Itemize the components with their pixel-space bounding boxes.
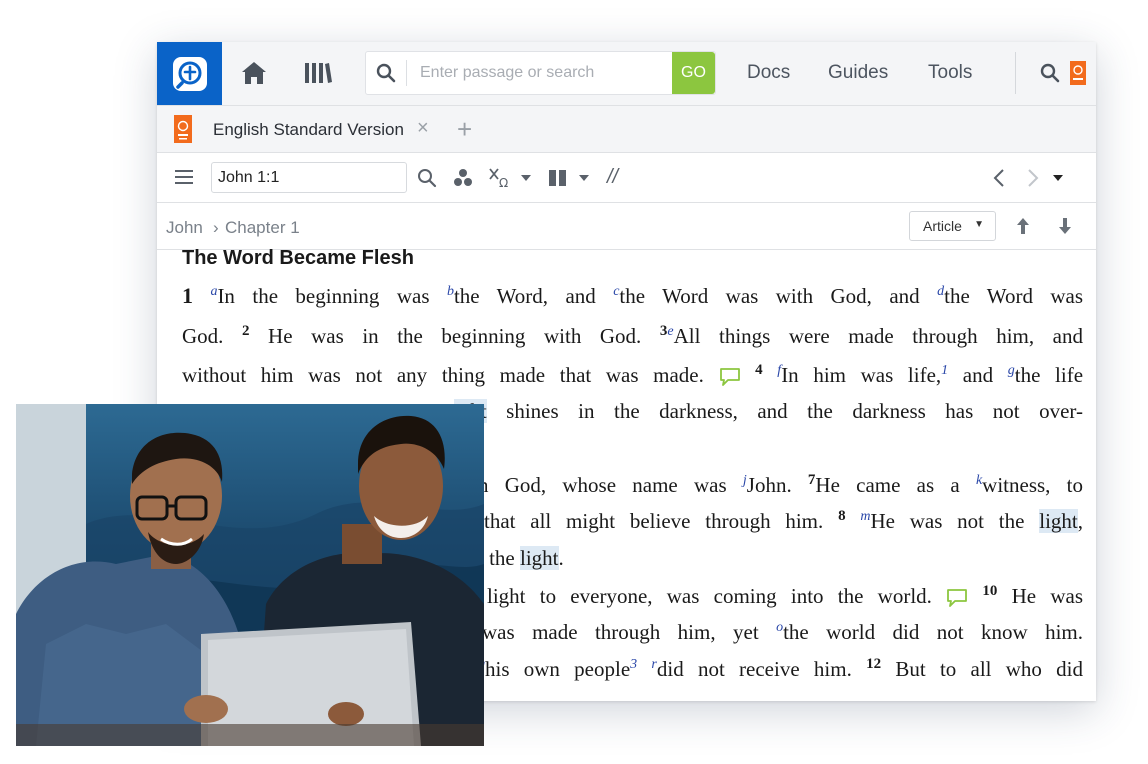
verse-number: 4 <box>755 362 763 378</box>
library-icon <box>305 63 332 83</box>
tab-title: English Standard Version <box>213 120 404 139</box>
chevron-down-icon[interactable] <box>521 175 531 181</box>
footnote-marker[interactable]: b <box>447 284 454 299</box>
footnote-marker[interactable]: d <box>937 284 944 299</box>
resource-tab-bar: English Standard Version × + <box>157 106 1096 153</box>
passage-heading: The Word Became Flesh <box>182 247 414 269</box>
search-icon[interactable] <box>417 168 437 188</box>
verse-number: 10 <box>982 583 998 599</box>
passage-line: qhis own people3 rdid not receive him. 1… <box>478 657 1083 682</box>
footnote-marker[interactable]: 1 <box>941 363 948 378</box>
chevron-down-icon: ▼ <box>974 219 984 230</box>
global-search-button[interactable] <box>1035 58 1065 88</box>
nav-guides[interactable]: Guides <box>828 62 888 84</box>
search-divider <box>406 60 407 86</box>
footnote-marker[interactable]: o <box>776 620 783 635</box>
arrow-up-icon[interactable] <box>1016 217 1030 235</box>
nav-docs[interactable]: Docs <box>747 62 790 84</box>
passage-line: that all might believe through him. 8 mH… <box>484 508 1083 533</box>
verse-number: 7 <box>807 472 816 488</box>
passage-line: light to everyone, was coming into the w… <box>487 583 1083 609</box>
passage-line: without him was not any thing made that … <box>182 362 1084 388</box>
footnote-marker[interactable]: j <box>743 473 747 488</box>
interlinear-icon[interactable]: Ω <box>488 167 512 189</box>
arrow-down-icon[interactable] <box>1058 217 1072 235</box>
verse-number: 12 <box>866 656 882 672</box>
breadcrumb-separator: › <box>213 218 219 237</box>
footnote-marker[interactable]: g <box>1008 363 1015 378</box>
menu-icon[interactable] <box>175 169 193 185</box>
passage-line: n God, whose name was jJohn. 7He came as… <box>478 472 1083 498</box>
nav-tools[interactable]: Tools <box>928 62 972 84</box>
passage-line: God. 2 He was in the beginning with God.… <box>182 323 1083 349</box>
footnote-marker[interactable]: m <box>860 509 870 524</box>
tab-esv[interactable]: English Standard Version × <box>157 106 439 152</box>
breadcrumb-book[interactable]: John <box>166 218 203 238</box>
home-icon <box>242 62 266 84</box>
go-button[interactable]: GO <box>672 52 715 94</box>
chevron-down-icon[interactable] <box>1053 175 1063 181</box>
app-logo-button[interactable] <box>157 42 222 105</box>
parallel-resources-button[interactable]: // <box>607 166 618 189</box>
passage-line: was made through him, yet othe world did… <box>482 620 1083 644</box>
comment-icon[interactable] <box>946 588 968 608</box>
footnote-marker[interactable]: k <box>976 473 982 488</box>
comment-icon[interactable] <box>719 367 741 387</box>
close-icon[interactable]: × <box>417 117 429 140</box>
visual-filters-icon[interactable] <box>453 168 473 188</box>
top-navigation-bar: GO Docs Guides Tools <box>157 42 1096 106</box>
reference-input[interactable] <box>211 162 407 193</box>
columns-icon[interactable] <box>549 170 567 186</box>
verse-number: 1 <box>182 283 193 308</box>
view-mode-dropdown[interactable]: Article ▼ <box>909 211 996 241</box>
footnote-marker[interactable]: f <box>777 363 781 378</box>
highlighted-word: light <box>1039 509 1078 533</box>
passage-search-box: GO <box>365 51 716 95</box>
search-icon <box>376 63 396 83</box>
breadcrumb-chapter[interactable]: Chapter 1 <box>225 218 300 238</box>
footnote-marker[interactable]: c <box>613 284 619 299</box>
passage-line: t the light. <box>478 546 564 570</box>
footnote-marker[interactable]: a <box>210 284 217 299</box>
topbar-divider <box>1015 52 1016 94</box>
view-mode-label: Article <box>923 218 962 234</box>
breadcrumb: John › Chapter 1 Article ▼ <box>157 203 1096 250</box>
search-input[interactable] <box>418 52 672 94</box>
chevron-down-icon[interactable] <box>579 175 589 181</box>
highlighted-word: light <box>520 546 559 570</box>
chevron-left-icon[interactable] <box>993 169 1005 187</box>
add-tab-button[interactable]: + <box>457 114 472 145</box>
people-at-laptop-photo <box>16 404 484 746</box>
library-button[interactable] <box>303 58 333 88</box>
logos-logo-icon <box>172 56 207 91</box>
search-icon <box>1040 63 1060 83</box>
footnote-marker[interactable]: r <box>651 657 656 672</box>
passage-line: ight shines in the darkness, and the dar… <box>454 399 1083 424</box>
chevron-right-icon[interactable] <box>1027 169 1039 187</box>
verse-number: 8 <box>838 508 846 524</box>
book-cover-icon <box>1070 61 1086 85</box>
footnote-marker[interactable]: 3 <box>630 657 637 672</box>
footnote-marker[interactable]: e <box>667 324 673 339</box>
verse-number: 2 <box>241 323 250 339</box>
book-cover-icon <box>174 115 192 143</box>
resource-button[interactable] <box>1063 58 1093 88</box>
resource-toolbar: Ω // <box>157 153 1096 203</box>
svg-text:Ω: Ω <box>499 176 508 189</box>
passage-line: 1 aIn the beginning was bthe Word, and c… <box>182 283 1084 308</box>
home-button[interactable] <box>239 58 269 88</box>
